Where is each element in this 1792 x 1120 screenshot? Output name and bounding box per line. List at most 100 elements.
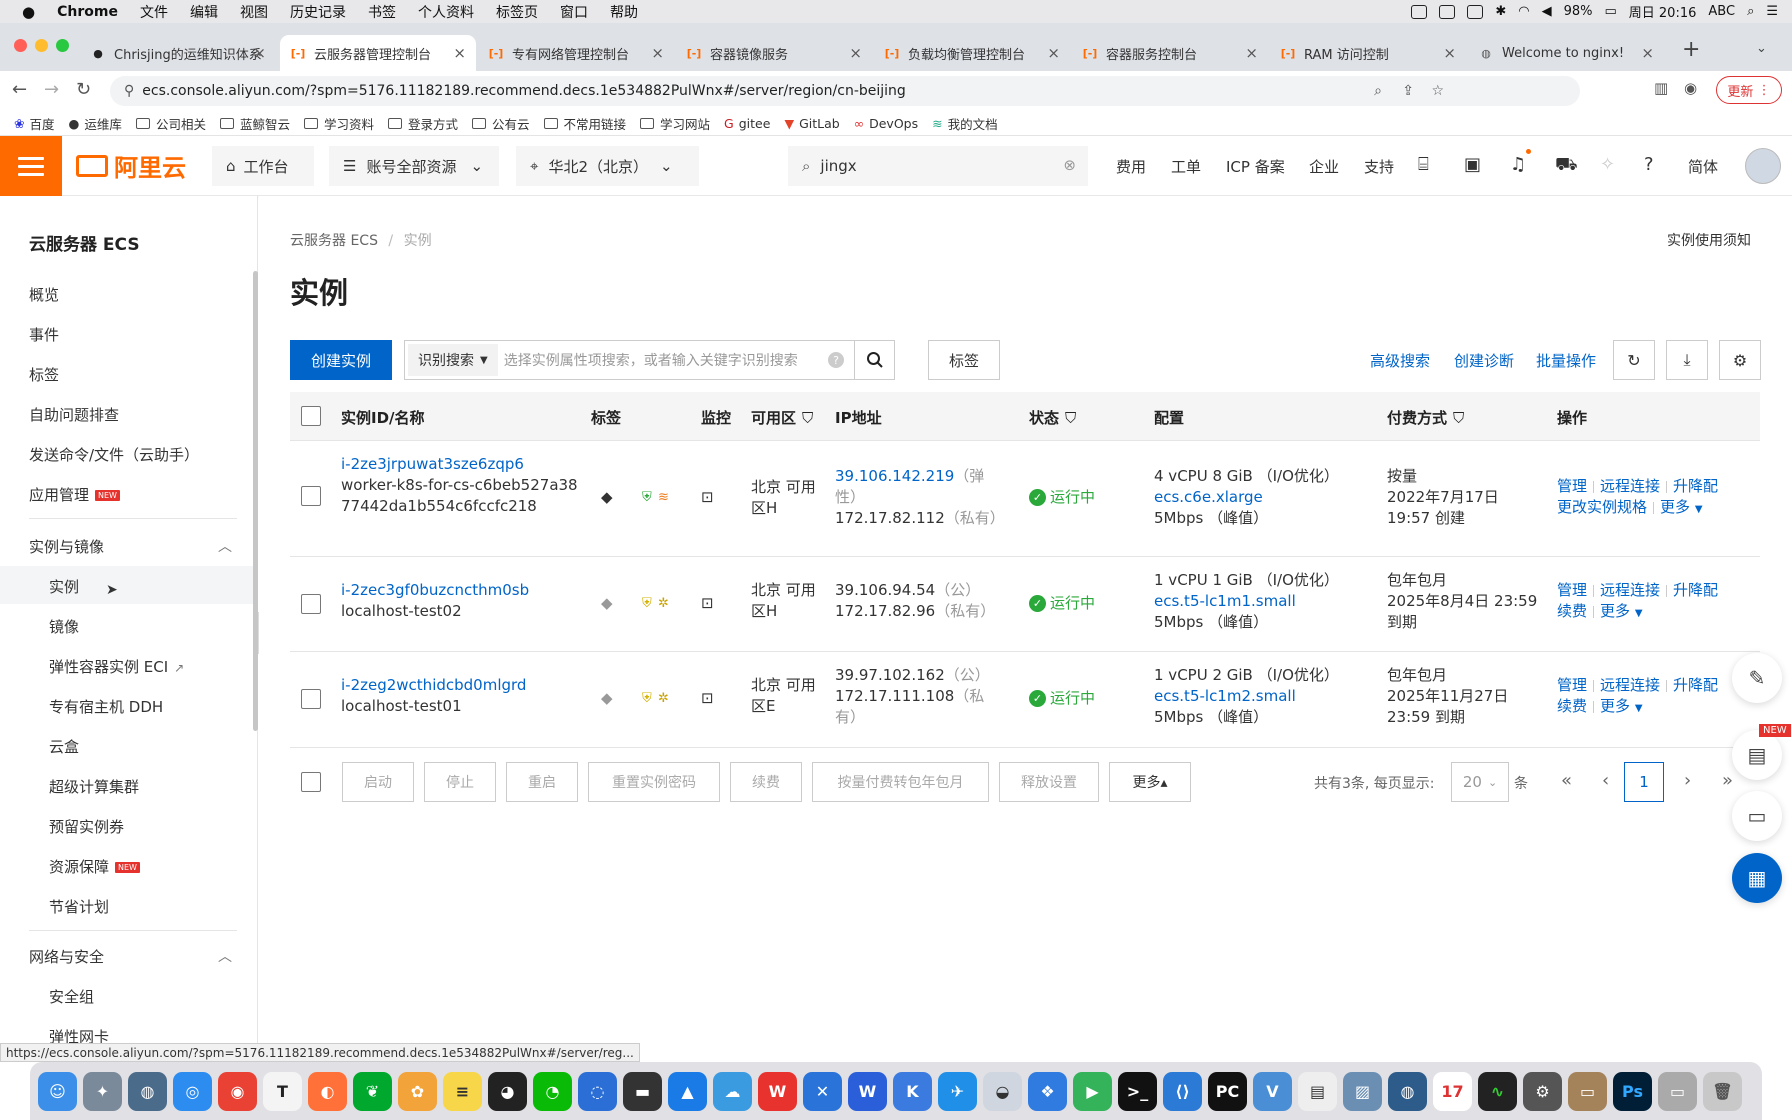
create-diagnosis-link[interactable]: 创建诊断 bbox=[1454, 350, 1514, 371]
search-input[interactable]: 选择实例属性项搜索，或者输入关键字识别搜索 bbox=[504, 350, 798, 370]
menu-history[interactable]: 历史记录 bbox=[290, 2, 346, 22]
menu-bookmarks[interactable]: 书签 bbox=[368, 2, 396, 22]
resize-link[interactable]: 升降配 bbox=[1673, 676, 1718, 694]
bookmark-folder[interactable]: 蓝鲸智云 bbox=[219, 114, 290, 133]
battery-text[interactable]: 98% bbox=[1564, 4, 1593, 19]
evernote-icon[interactable]: ❦ bbox=[353, 1071, 392, 1111]
nav-enterprise[interactable]: 企业 bbox=[1309, 156, 1339, 177]
share-icon[interactable]: ⇪ bbox=[1402, 83, 1414, 99]
sidebar-item-overview[interactable]: 概览 bbox=[29, 284, 59, 305]
row-checkbox[interactable] bbox=[301, 594, 321, 614]
search-button[interactable] bbox=[855, 340, 895, 380]
app-icon[interactable]: V bbox=[1253, 1071, 1292, 1111]
sidebar-item-security-groups[interactable]: 安全组 bbox=[49, 986, 94, 1007]
notes-icon[interactable]: ≡ bbox=[443, 1071, 482, 1111]
nav-tickets[interactable]: 工单 bbox=[1171, 156, 1201, 177]
monitor-icon[interactable]: ⊡ bbox=[701, 593, 714, 614]
instance-type-link[interactable]: ecs.c6e.xlarge bbox=[1154, 487, 1374, 508]
menu-view[interactable]: 视图 bbox=[240, 2, 268, 22]
sidebar-item-hpc-cluster[interactable]: 超级计算集群 bbox=[49, 776, 139, 797]
control-center-icon[interactable]: ☰ bbox=[1766, 4, 1778, 19]
chevron-up-icon[interactable]: ︿ bbox=[218, 536, 232, 556]
sidebar-item-images[interactable]: 镜像 bbox=[49, 616, 79, 637]
bookmark-item[interactable]: ❀ 百度 bbox=[14, 114, 55, 133]
app-icon[interactable]: K bbox=[893, 1071, 932, 1111]
chevron-up-icon[interactable]: ︿ bbox=[218, 946, 232, 966]
browser-tab[interactable]: [-] RAM 访问控制 × bbox=[1270, 35, 1466, 71]
resize-link[interactable]: 升降配 bbox=[1673, 581, 1718, 599]
bookmark-item[interactable]: ● 运维库 bbox=[69, 114, 122, 133]
word-icon[interactable]: W bbox=[848, 1071, 887, 1111]
renew-link[interactable]: 续费 bbox=[1557, 697, 1587, 715]
resize-link[interactable]: 升降配 bbox=[1673, 477, 1718, 495]
bookmark-item[interactable]: ∞ DevOps bbox=[854, 116, 918, 131]
pycharm-icon[interactable]: PC bbox=[1208, 1071, 1247, 1111]
menu-file[interactable]: 文件 bbox=[140, 2, 168, 22]
nav-icp[interactable]: ICP 备案 bbox=[1226, 156, 1285, 177]
firefox-icon[interactable]: ◐ bbox=[308, 1071, 347, 1111]
close-window-button[interactable] bbox=[14, 39, 27, 52]
bookmark-folder[interactable]: 公司相关 bbox=[135, 114, 206, 133]
tag-icon[interactable]: ◆ bbox=[601, 688, 613, 709]
bookmark-folder[interactable]: 学习资料 bbox=[303, 114, 374, 133]
profile-icon[interactable]: ◉ bbox=[1684, 79, 1697, 97]
qq-icon[interactable]: ◕ bbox=[488, 1071, 527, 1111]
shield-icon[interactable]: ⛨ bbox=[642, 688, 652, 709]
bookmark-folder[interactable]: 登录方式 bbox=[387, 114, 458, 133]
monitor-icon[interactable]: ⊡ bbox=[701, 688, 714, 709]
sidebar-item-ddh[interactable]: 专有宿主机 DDH bbox=[49, 696, 163, 717]
menu-window[interactable]: 窗口 bbox=[560, 2, 588, 22]
bookmark-folder[interactable]: 不常用链接 bbox=[543, 114, 626, 133]
public-ip-link[interactable]: 39.106.142.219 bbox=[835, 467, 954, 485]
release-settings-button[interactable]: 释放设置 bbox=[999, 762, 1099, 802]
activity-monitor-icon[interactable]: ∿ bbox=[1478, 1071, 1517, 1111]
select-all-checkbox[interactable] bbox=[301, 406, 321, 426]
renew-button[interactable]: 续费 bbox=[730, 762, 802, 802]
page-number-current[interactable]: 1 bbox=[1624, 762, 1664, 802]
instance-id-link[interactable]: i-2zeg2wcthidcbd0mlgrd bbox=[341, 675, 581, 696]
sidebar-item-cloud-assistant[interactable]: 发送命令/文件（云助手） bbox=[29, 444, 199, 465]
more-dropdown[interactable]: 更多 ▼ bbox=[1660, 498, 1703, 516]
row-checkbox[interactable] bbox=[301, 689, 321, 709]
status-app-icon[interactable] bbox=[1411, 4, 1428, 19]
stop-button[interactable]: 停止 bbox=[424, 762, 496, 802]
volume-icon[interactable]: ◀ bbox=[1542, 4, 1552, 19]
layers-icon[interactable]: ≋ bbox=[658, 487, 669, 508]
vscode-icon[interactable]: ⟨⟩ bbox=[1163, 1071, 1202, 1111]
batch-operations-link[interactable]: 批量操作 bbox=[1536, 350, 1596, 371]
browser-tab[interactable]: [-] 容器服务控制台 × bbox=[1072, 35, 1268, 71]
sidebar-item-events[interactable]: 事件 bbox=[29, 324, 59, 345]
preview-icon[interactable]: ▨ bbox=[1343, 1071, 1382, 1111]
bookmark-folder[interactable]: 学习网站 bbox=[640, 114, 710, 133]
sidebar-item-cloudbox[interactable]: 云盒 bbox=[49, 736, 79, 757]
plugin-icon[interactable]: ✲ bbox=[658, 593, 669, 614]
app-icon[interactable]: ⚙ bbox=[1523, 1071, 1562, 1111]
terminal-icon[interactable]: ▣ bbox=[1464, 154, 1481, 175]
workbench-button[interactable]: ⌂ 工作台 bbox=[212, 146, 314, 186]
minimize-window-button[interactable] bbox=[35, 39, 48, 52]
menu-help[interactable]: 帮助 bbox=[610, 2, 638, 22]
launchpad-icon[interactable]: ✦ bbox=[83, 1071, 122, 1111]
close-tab-icon[interactable]: × bbox=[1047, 44, 1060, 62]
resource-selector[interactable]: ☰ 账号全部资源 ⌄ bbox=[329, 146, 499, 186]
tab-search-icon[interactable]: ⌄ bbox=[1756, 41, 1767, 56]
shield-icon[interactable]: ⛨ bbox=[642, 593, 652, 614]
instance-notice-link[interactable]: 实例使用须知 bbox=[1667, 230, 1751, 250]
remote-connect-link[interactable]: 远程连接 bbox=[1600, 676, 1660, 694]
batch-select-checkbox[interactable] bbox=[301, 772, 321, 792]
app-icon[interactable]: ▭ bbox=[1658, 1071, 1697, 1111]
calendar-icon[interactable]: 17 bbox=[1433, 1071, 1472, 1111]
sidebar-item-savings-plan[interactable]: 节省计划 bbox=[49, 896, 109, 917]
shield-icon[interactable]: ⛨ bbox=[642, 487, 652, 508]
nav-support[interactable]: 支持 bbox=[1364, 156, 1394, 177]
menu-tabs[interactable]: 标签页 bbox=[496, 2, 538, 22]
more-dropdown[interactable]: 更多 ▼ bbox=[1600, 697, 1643, 715]
manage-link[interactable]: 管理 bbox=[1557, 676, 1587, 694]
wechat-icon[interactable]: ◔ bbox=[533, 1071, 572, 1111]
prev-page-icon[interactable]: ‹ bbox=[1602, 770, 1609, 791]
search-mode-select[interactable]: 识别搜索 ▼ bbox=[408, 344, 498, 376]
download-button[interactable]: ⤓ bbox=[1666, 340, 1708, 380]
sidebar-item-reserved-instances[interactable]: 预留实例券 bbox=[49, 816, 124, 837]
row-checkbox[interactable] bbox=[301, 486, 321, 506]
close-tab-icon[interactable]: × bbox=[1443, 44, 1456, 62]
